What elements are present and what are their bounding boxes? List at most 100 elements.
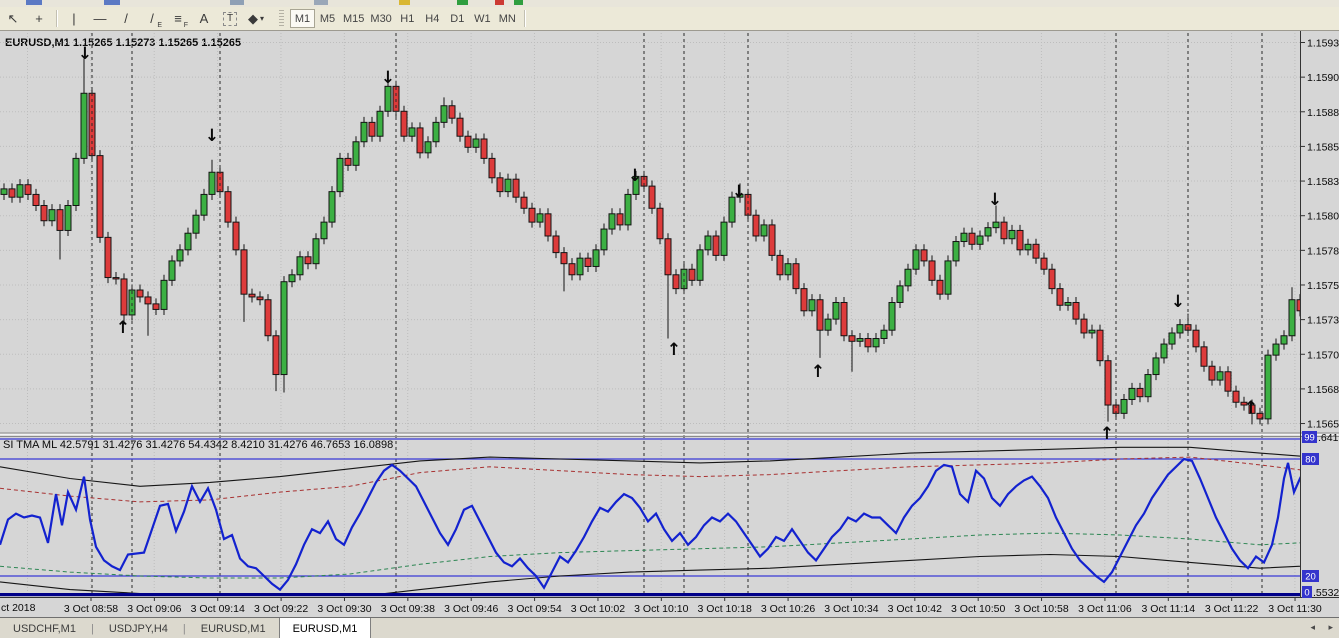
drawing-tools-group: ↖ + | — / / E ≡ F A T ◆ ▾ xyxy=(0,8,269,29)
equidistant-channel-icon: / xyxy=(150,11,154,26)
svg-text:1.15805: 1.15805 xyxy=(1307,211,1339,223)
clipped-icon-fragment xyxy=(399,0,410,5)
svg-text:1.15830: 1.15830 xyxy=(1307,176,1339,188)
clipped-icon-fragment xyxy=(104,0,120,5)
timeframe-m30-button[interactable]: M30 xyxy=(367,9,394,28)
fibonacci-tool-button[interactable]: ≡ F xyxy=(165,8,191,29)
equidistant-channel-tool-button[interactable]: / E xyxy=(139,8,165,29)
text-label-icon: T xyxy=(222,11,238,26)
timeframe-mn-button[interactable]: MN xyxy=(495,9,520,28)
sell-arrow-icon: ↓ xyxy=(628,166,642,186)
clipped-icon-fragment xyxy=(457,0,468,5)
time-label: 3 Oct 10:58 xyxy=(1014,603,1068,615)
svg-text:.6417: .6417 xyxy=(1318,432,1339,444)
vertical-line-icon: | xyxy=(72,11,76,26)
timeframe-d1-button[interactable]: D1 xyxy=(445,9,470,28)
indicator-label: SI TMA ML 42.5791 31.4276 31.4276 54.434… xyxy=(3,439,393,451)
text-icon: A xyxy=(199,11,209,26)
time-label: 3 Oct 11:30 xyxy=(1268,603,1322,615)
tabs-scroll-right-button[interactable]: ▸ xyxy=(1328,622,1333,633)
clipped-icon-fragment xyxy=(314,0,328,5)
crosshair-icon: + xyxy=(35,11,43,26)
tab-separator: | xyxy=(90,622,94,635)
buy-arrow-icon: ↑ xyxy=(1244,398,1258,418)
svg-text:1.15730: 1.15730 xyxy=(1307,315,1339,327)
sell-arrow-icon: ↓ xyxy=(381,68,395,88)
price-chart[interactable]: EURUSD,M1 1.15265 1.15273 1.15265 1.1526… xyxy=(0,31,1339,617)
time-label: 3 Oct 11:06 xyxy=(1078,603,1132,615)
clipped-icon-fragment xyxy=(230,0,244,5)
svg-text:1.15855: 1.15855 xyxy=(1307,141,1339,153)
cursor-tool-button[interactable]: ↖ xyxy=(0,8,26,29)
timeframe-group: M1 M5 M15 M30 H1 H4 D1 W1 MN xyxy=(290,9,520,28)
svg-text:99: 99 xyxy=(1304,433,1315,444)
time-label: 3 Oct 10:18 xyxy=(698,603,752,615)
time-label: 3 Oct 09:06 xyxy=(127,603,181,615)
svg-text:80: 80 xyxy=(1305,455,1316,466)
tab-eurusd-m1-active[interactable]: EURUSD,M1 xyxy=(278,618,372,638)
time-label-day: ct 2018 xyxy=(1,602,36,614)
tab-separator: | xyxy=(182,622,186,635)
fibonacci-sub-label: F xyxy=(183,22,188,29)
timeframe-w1-button[interactable]: W1 xyxy=(470,9,495,28)
timeframe-h1-button[interactable]: H1 xyxy=(395,9,420,28)
terminal-window: ↖ + | — / / E ≡ F A T ◆ ▾ M1 M5 M15 M30 H1 H4 D1 W1 MN EURUS… xyxy=(0,0,1339,638)
tab-usdjpy-h4[interactable]: USDJPY,H4 xyxy=(96,618,181,638)
toolbar-separator xyxy=(56,10,57,27)
sell-arrow-icon: ↓ xyxy=(732,182,746,202)
buy-arrow-icon: ↑ xyxy=(811,362,825,382)
clipped-icon-fragment xyxy=(514,0,523,5)
buy-arrow-icon: ↑ xyxy=(667,340,681,360)
sell-arrow-icon: ↓ xyxy=(1171,292,1185,312)
timeframe-h4-button[interactable]: H4 xyxy=(420,9,445,28)
text-tool-button[interactable]: A xyxy=(191,8,217,29)
arrows-tool-button[interactable]: ◆ ▾ xyxy=(243,8,269,29)
cursor-icon: ↖ xyxy=(7,11,19,26)
time-label: 3 Oct 10:02 xyxy=(571,603,625,615)
toolbar-drag-handle[interactable] xyxy=(279,10,284,27)
svg-text:1.15780: 1.15780 xyxy=(1307,245,1339,257)
equidistant-channel-sub-label: E xyxy=(157,22,162,29)
arrows-icon: ◆ xyxy=(247,11,258,26)
buy-arrow-icon: ↑ xyxy=(116,318,130,338)
sell-arrow-icon: ↓ xyxy=(988,190,1002,210)
sell-arrow-icon: ↓ xyxy=(78,44,92,64)
time-label: 3 Oct 09:30 xyxy=(317,603,371,615)
chart-tabs-bar: ◂ ▸ USDCHF,M1 | USDJPY,H4 | EURUSD,M1 EURUSD,… xyxy=(0,617,1339,638)
time-label: 3 Oct 10:34 xyxy=(824,603,878,615)
tab-usdchf-m1[interactable]: USDCHF,M1 xyxy=(0,618,89,638)
time-label: 3 Oct 09:22 xyxy=(254,603,308,615)
horizontal-line-tool-button[interactable]: — xyxy=(87,8,113,29)
time-label: 3 Oct 11:22 xyxy=(1205,603,1259,615)
trendline-tool-button[interactable]: / xyxy=(113,8,139,29)
clipped-icon-fragment xyxy=(26,0,42,5)
crosshair-tool-button[interactable]: + xyxy=(26,8,52,29)
chart-background xyxy=(0,31,1339,617)
svg-text:20: 20 xyxy=(1305,572,1316,583)
tabs-scroll-left-button[interactable]: ◂ xyxy=(1310,622,1315,633)
svg-text:1.15880: 1.15880 xyxy=(1307,107,1339,119)
time-label: 3 Oct 08:58 xyxy=(64,603,118,615)
svg-text:.5532: .5532 xyxy=(1313,587,1339,599)
time-label: 3 Oct 09:14 xyxy=(191,603,245,615)
svg-text:1.15755: 1.15755 xyxy=(1307,280,1339,292)
time-label: 3 Oct 10:50 xyxy=(951,603,1005,615)
chevron-down-icon: ▾ xyxy=(259,14,264,23)
timeframe-m15-button[interactable]: M15 xyxy=(340,9,367,28)
horizontal-line-icon: — xyxy=(93,11,107,26)
clipped-icon-fragment xyxy=(495,0,504,5)
time-label: 3 Oct 10:10 xyxy=(634,603,688,615)
time-label: 3 Oct 09:46 xyxy=(444,603,498,615)
svg-text:0: 0 xyxy=(1304,588,1309,599)
buy-arrow-icon: ↑ xyxy=(1100,424,1114,444)
svg-text:1.15905: 1.15905 xyxy=(1307,72,1339,84)
toolbar-separator xyxy=(523,10,525,27)
time-label: 3 Oct 10:26 xyxy=(761,603,815,615)
vertical-line-tool-button[interactable]: | xyxy=(61,8,87,29)
text-label-tool-button[interactable]: T xyxy=(217,8,243,29)
svg-text:1.15705: 1.15705 xyxy=(1307,349,1339,361)
timeframe-m1-button[interactable]: M1 xyxy=(290,9,315,28)
toolbar: ↖ + | — / / E ≡ F A T ◆ ▾ M1 M5 M15 M30 H1 H4 D1 W1 MN xyxy=(0,7,1339,31)
tab-eurusd-m1[interactable]: EURUSD,M1 xyxy=(188,618,279,638)
timeframe-m5-button[interactable]: M5 xyxy=(315,9,340,28)
